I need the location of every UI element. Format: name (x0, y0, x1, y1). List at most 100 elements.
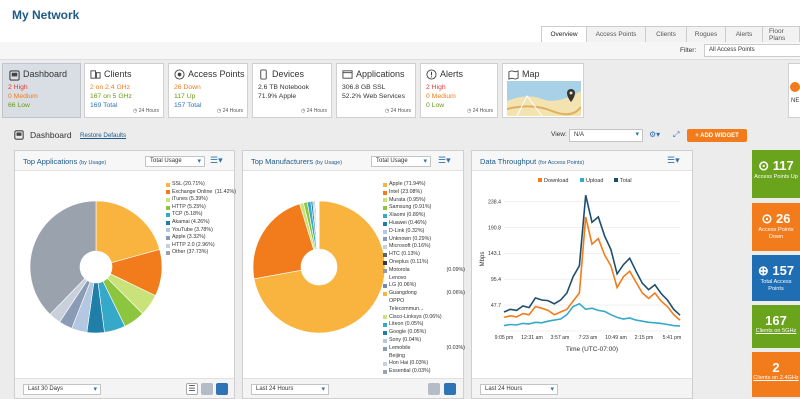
legend-item[interactable]: SSL (20.71%) (166, 181, 236, 189)
tab-clients[interactable]: Clients (645, 26, 687, 42)
legend-swatch (383, 260, 387, 265)
stat-tile-value: 2 (772, 360, 780, 375)
card-dashboard[interactable]: Dashboard 2 High 0 Medium 66 Low (2, 63, 81, 118)
legend-item[interactable]: TCP (5.18%) (166, 211, 236, 219)
legend-item[interactable]: Liteon (0.05%) (383, 321, 465, 329)
legend-item[interactable]: Samsung (0.91%) (383, 204, 465, 212)
legend-item[interactable]: Telecommun... (383, 306, 465, 314)
legend-item[interactable]: HTC (0.13%) (383, 251, 465, 259)
card-devices[interactable]: Devices 2.6 TB Notebook 71.9% Apple ◷ 24… (252, 63, 332, 118)
clients-5ghz: 167 on 5 GHz (90, 93, 132, 100)
legend-item[interactable]: Unknown (0.29%) (383, 236, 465, 244)
panel-footer: Last 24 Hours (472, 378, 692, 398)
apps-range-select[interactable]: Last 30 Days (23, 384, 101, 395)
legend-label: Xiaomi (0.89%) (389, 212, 426, 219)
stat-tile[interactable]: 167 Clients on 5GHz (752, 305, 800, 348)
card-applications[interactable]: Applications 306.8 GB SSL 52.2% Web Serv… (336, 63, 416, 118)
legend-item[interactable]: Microsoft (0.16%) (383, 243, 465, 251)
tab-floor-plans[interactable]: Floor Plans (762, 26, 800, 42)
bar-chart-icon[interactable] (428, 383, 440, 395)
legend-item[interactable]: HTTP (5.25%) (166, 204, 236, 212)
legend-swatch (383, 190, 387, 195)
apps-menu-icon[interactable]: ☰▾ (210, 156, 228, 166)
panel-apps-title: Top Applications (23, 157, 78, 166)
map-icon (508, 70, 519, 80)
tab-alerts[interactable]: Alerts (725, 26, 763, 42)
legend-item[interactable]: Essential (0.03%) (383, 368, 465, 376)
legend-item[interactable]: OPPO (383, 298, 465, 306)
y-axis-label: Mbps (480, 252, 486, 267)
legend-item[interactable]: Guangdong (0.06%) (383, 290, 465, 298)
restore-defaults-link[interactable]: Restore Defaults (80, 132, 126, 139)
stat-tile[interactable]: ⊙ 26 Access Points Down (752, 203, 800, 251)
legend-item[interactable]: Motorola (0.09%) (383, 267, 465, 275)
expand-icon[interactable]: ⤢ (673, 130, 679, 140)
legend-item[interactable]: iTunes (5.39%) (166, 196, 236, 204)
legend-item[interactable]: Beijing (383, 353, 465, 361)
panel-top-manufacturers: Top Manufacturers (by Usage) Total Usage… (242, 150, 465, 399)
stat-tile[interactable]: ⊙ 117 Access Points Up (752, 150, 800, 198)
bar-chart-icon[interactable] (201, 383, 213, 395)
card-alerts[interactable]: Alerts 2 High 0 Medium 0 Low ◷ 24 Hours (420, 63, 498, 118)
list-view-icon[interactable]: ☰ (186, 383, 198, 395)
card-access-points[interactable]: Access Points 26 Down 117 Up 157 Total ◷… (168, 63, 248, 118)
legend-swatch (383, 362, 387, 367)
legend-item[interactable]: Google (0.05%) (383, 329, 465, 337)
legend-swatch (383, 370, 387, 375)
mfr-menu-icon[interactable]: ☰▾ (438, 156, 456, 166)
dashboard-bar-title: Dashboard (30, 130, 72, 140)
legend-item[interactable]: Sony (0.04%) (383, 337, 465, 345)
clients-time: ◷ 24 Hours (132, 108, 159, 114)
x-tick-label: 9:05 pm (495, 335, 514, 341)
card-partial-label: NE (791, 98, 800, 104)
tp-menu-icon[interactable]: ☰▾ (667, 156, 685, 166)
legend-item[interactable]: Exchange Online (11.42%) (166, 189, 236, 197)
card-map[interactable]: Map (502, 63, 584, 118)
mfr-range-select[interactable]: Last 24 Hours (251, 384, 329, 395)
legend-item[interactable]: Hon Hai (0.03%) (383, 360, 465, 368)
legend-label: Motorola (389, 266, 410, 273)
legend-label: Liteon (0.05%) (389, 321, 424, 328)
y-tick-label: 47.7 (491, 303, 501, 309)
stat-tile[interactable]: 2 Clients on 2.4GHz (752, 352, 800, 397)
pie-chart-icon[interactable] (216, 383, 228, 395)
legend-swatch (383, 221, 387, 226)
tp-range-select[interactable]: Last 24 Hours (480, 384, 558, 395)
x-tick-label: 10:49 am (605, 335, 627, 341)
applications-ssl: 306.8 GB SSL (342, 84, 386, 91)
card-clients-title: Clients (104, 69, 132, 79)
legend-item[interactable]: Apple (71.94%) (383, 181, 465, 189)
filter-label: Filter: (680, 47, 697, 54)
legend-item[interactable]: D-Link (0.32%) (383, 228, 465, 236)
legend-item[interactable]: Cisco-Linksys (0.06%) (383, 314, 465, 322)
mfr-usage-select[interactable]: Total Usage (371, 156, 431, 167)
legend-item[interactable]: Xiaomi (0.89%) (383, 212, 465, 220)
legend-item[interactable]: Lemobile (0.03%) (383, 345, 465, 353)
clients-24ghz: 2 on 2.4 GHz (90, 84, 131, 91)
tab-rogues[interactable]: Rogues (686, 26, 726, 42)
legend-item[interactable]: Huawei (0.46%) (383, 220, 465, 228)
legend-item[interactable]: Apple (3.32%) (166, 234, 236, 242)
legend-item[interactable]: Lenovo (383, 275, 465, 283)
view-select[interactable]: N/A (569, 129, 643, 142)
legend-item[interactable]: Intel (23.08%) (383, 189, 465, 197)
legend-item[interactable]: Akamai (4.26%) (166, 219, 236, 227)
pie-chart-icon[interactable] (444, 383, 456, 395)
legend-item[interactable]: Oneplus (0.11%) (383, 259, 465, 267)
apps-usage-select[interactable]: Total Usage (145, 156, 205, 167)
dashboard-medium: 0 Medium (8, 93, 38, 100)
tab-access-points[interactable]: Access Points (586, 26, 646, 42)
legend-label: Essential (0.03%) (389, 368, 431, 375)
settings-gear-icon[interactable]: ⚙▾ (649, 130, 660, 139)
filter-select[interactable]: All Access Points (704, 44, 800, 57)
tab-overview[interactable]: Overview (541, 26, 587, 42)
legend-item[interactable]: Murata (0.95%) (383, 197, 465, 205)
legend-item[interactable]: YouTube (3.78%) (166, 227, 236, 235)
add-widget-button[interactable]: + ADD WIDGET (687, 129, 747, 142)
card-partial[interactable]: NE (788, 63, 800, 118)
legend-item[interactable]: Other (37.73%) (166, 249, 236, 257)
legend-item[interactable]: HTTP 2.0 (2.96%) (166, 242, 236, 250)
card-clients[interactable]: Clients 2 on 2.4 GHz 167 on 5 GHz 169 To… (84, 63, 164, 118)
stat-tile[interactable]: ⊕ 157 Total Access Points (752, 255, 800, 301)
legend-item[interactable]: LG (0.06%) (383, 282, 465, 290)
